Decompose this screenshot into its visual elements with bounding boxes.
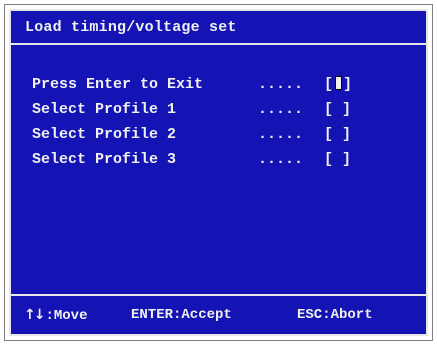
abort-hint: ESC:Abort [297,307,373,323]
menu-item-value: [ ] [324,101,352,118]
menu-item-profile-1[interactable]: Select Profile 1..... [ ] [32,97,352,122]
dialog-title: Load timing/voltage set [25,19,237,36]
menu-item-dots: ..... [258,151,304,168]
bios-dialog: Load timing/voltage set Press Enter to E… [9,9,428,336]
menu-item-dots: ..... [258,101,304,118]
menu-item-profile-2[interactable]: Select Profile 2..... [ ] [32,122,352,147]
menu-item-dots: ..... [258,76,304,93]
bracket-open: [ [324,76,334,93]
move-hint-label: :Move [45,308,88,324]
menu-item-label: Select Profile 3 [32,151,177,168]
profile-menu: Press Enter to Exit..... [] Select Profil… [32,72,352,172]
move-hint: ↑↓:Move [24,307,87,324]
menu-item-value: [] [324,76,352,93]
menu-item-label: Press Enter to Exit [32,76,204,93]
menu-item-label: Select Profile 2 [32,126,177,143]
menu-item-value: [ ] [324,151,352,168]
bios-dialog-frame: Load timing/voltage set Press Enter to E… [4,4,433,341]
menu-item-exit[interactable]: Press Enter to Exit..... [] [32,72,352,97]
menu-item-value: [ ] [324,126,352,143]
accept-hint: ENTER:Accept [131,307,232,323]
menu-item-dots: ..... [258,126,304,143]
menu-item-label: Select Profile 1 [32,101,177,118]
selection-cursor-icon [335,76,343,90]
key-help-bar: ↑↓:Move ENTER:Accept ESC:Abort [11,294,426,334]
dialog-title-bar: Load timing/voltage set [11,11,426,45]
up-down-arrows-icon: ↑↓ [24,307,46,323]
bracket-close: ] [343,76,353,93]
menu-item-profile-3[interactable]: Select Profile 3..... [ ] [32,147,352,172]
